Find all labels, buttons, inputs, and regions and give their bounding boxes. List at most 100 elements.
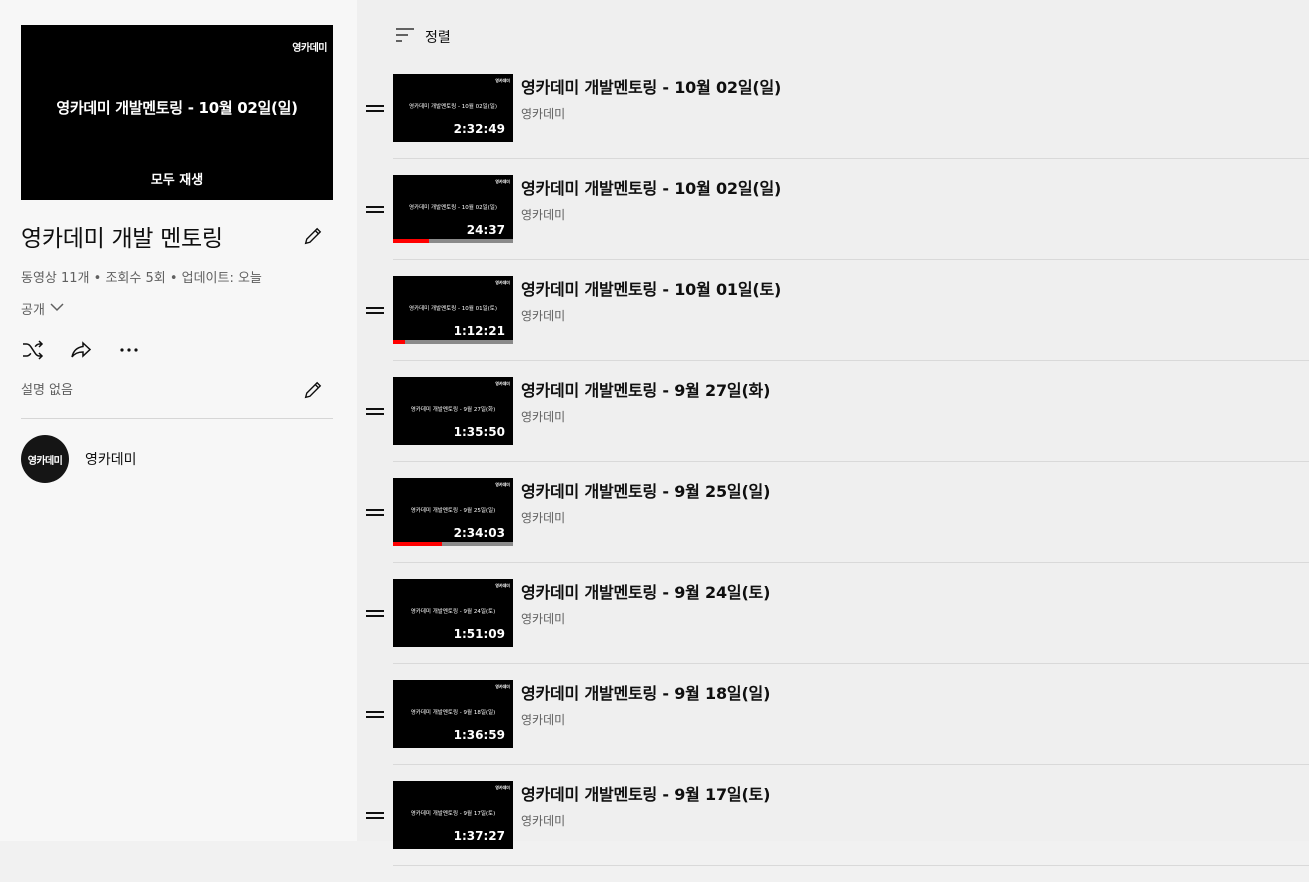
sort-button[interactable]: 정렬 bbox=[395, 27, 451, 47]
thumbnail-title: 영카데미 개발멘토링 - 9월 18일(일) bbox=[410, 710, 496, 716]
divider bbox=[393, 461, 1309, 462]
video-list-panel: 정렬 영카데미 영카데미 개발멘토링 - 10월 02일(일) 2:32:49 … bbox=[357, 0, 1309, 866]
privacy-label: 공개 bbox=[21, 303, 45, 318]
thumbnail-logo: 영카데미 bbox=[495, 381, 510, 386]
playlist-owner[interactable]: 영카데미 영카데미 bbox=[21, 435, 137, 483]
shuffle-icon[interactable] bbox=[21, 338, 45, 362]
list-item[interactable]: 영카데미 영카데미 개발멘토링 - 10월 02일(일) 2:32:49 영카데… bbox=[357, 74, 1309, 175]
divider bbox=[393, 865, 1309, 866]
avatar[interactable]: 영카데미 bbox=[21, 435, 69, 483]
thumbnail-logo: 영카데미 bbox=[495, 78, 510, 83]
list-item[interactable]: 영카데미 영카데미 개발멘토링 - 9월 27일(화) 1:35:50 영카데미… bbox=[357, 377, 1309, 478]
list-item[interactable]: 영카데미 영카데미 개발멘토링 - 9월 24일(토) 1:51:09 영카데미… bbox=[357, 579, 1309, 680]
play-all-button[interactable]: 모두 재생 bbox=[21, 169, 333, 188]
thumbnail-logo: 영카데미 bbox=[495, 785, 510, 790]
playlist-actions bbox=[21, 338, 165, 362]
thumbnail-logo: 영카데미 bbox=[495, 482, 510, 487]
video-title[interactable]: 영카데미 개발멘토링 - 10월 02일(일) bbox=[521, 175, 781, 199]
owner-name[interactable]: 영카데미 bbox=[85, 449, 137, 469]
watch-progress-fill bbox=[393, 340, 405, 344]
video-channel[interactable]: 영카데미 bbox=[521, 610, 565, 627]
video-title[interactable]: 영카데미 개발멘토링 - 10월 01일(토) bbox=[521, 276, 781, 300]
thumbnail-logo: 영카데미 bbox=[495, 583, 510, 588]
drag-handle-icon[interactable] bbox=[366, 608, 384, 618]
playlist-title: 영카데미 개발 멘토링 bbox=[21, 226, 223, 252]
video-thumbnail[interactable]: 영카데미 영카데미 개발멘토링 - 10월 01일(토) 1:12:21 bbox=[393, 276, 513, 344]
pencil-icon[interactable] bbox=[302, 225, 324, 247]
thumbnail-logo: 영카데미 bbox=[495, 179, 510, 184]
drag-handle-icon[interactable] bbox=[366, 406, 384, 416]
list-item[interactable]: 영카데미 영카데미 개발멘토링 - 9월 18일(일) 1:36:59 영카데미… bbox=[357, 680, 1309, 781]
divider bbox=[393, 360, 1309, 361]
drag-handle-icon[interactable] bbox=[366, 709, 384, 719]
thumbnail-title: 영카데미 개발멘토링 - 9월 27일(화) bbox=[410, 407, 496, 413]
video-thumbnail[interactable]: 영카데미 영카데미 개발멘토링 - 9월 24일(토) 1:51:09 bbox=[393, 579, 513, 647]
drag-handle-icon[interactable] bbox=[366, 305, 384, 315]
watch-progress-fill bbox=[393, 239, 429, 243]
playlist-sidebar: 영카데미 영카데미 개발멘토링 - 10월 02일(일) 모두 재생 영카데미 … bbox=[0, 0, 357, 841]
watch-progress-bar bbox=[393, 340, 513, 344]
divider bbox=[393, 663, 1309, 664]
more-horizontal-icon[interactable] bbox=[117, 338, 141, 362]
playlist-description: 설명 없음 bbox=[21, 383, 73, 398]
sort-icon bbox=[395, 27, 415, 47]
thumbnail-title: 영카데미 개발멘토링 - 9월 17일(토) bbox=[410, 811, 496, 817]
video-title[interactable]: 영카데미 개발멘토링 - 9월 18일(일) bbox=[521, 680, 770, 704]
thumbnail-logo: 영카데미 bbox=[495, 684, 510, 689]
divider bbox=[393, 158, 1309, 159]
video-duration: 1:36:59 bbox=[453, 728, 505, 742]
video-thumbnail[interactable]: 영카데미 영카데미 개발멘토링 - 9월 25일(일) 2:34:03 bbox=[393, 478, 513, 546]
thumbnail-title: 영카데미 개발멘토링 - 10월 01일(토) bbox=[409, 306, 497, 312]
video-channel[interactable]: 영카데미 bbox=[521, 105, 565, 122]
video-duration: 1:51:09 bbox=[453, 627, 505, 641]
video-title[interactable]: 영카데미 개발멘토링 - 9월 24일(토) bbox=[521, 579, 770, 603]
privacy-dropdown[interactable]: 공개 bbox=[21, 299, 64, 318]
chevron-down-icon bbox=[50, 301, 64, 316]
pencil-icon[interactable] bbox=[302, 379, 324, 401]
video-thumbnail[interactable]: 영카데미 영카데미 개발멘토링 - 9월 27일(화) 1:35:50 bbox=[393, 377, 513, 445]
video-title[interactable]: 영카데미 개발멘토링 - 9월 27일(화) bbox=[521, 377, 770, 401]
thumbnail-title: 영카데미 개발멘토링 - 10월 02일(일) bbox=[409, 205, 497, 211]
watch-progress-bar bbox=[393, 239, 513, 243]
video-duration: 1:12:21 bbox=[453, 324, 505, 338]
video-title[interactable]: 영카데미 개발멘토링 - 10월 02일(일) bbox=[521, 74, 781, 98]
list-item[interactable]: 영카데미 영카데미 개발멘토링 - 10월 01일(토) 1:12:21 영카데… bbox=[357, 276, 1309, 377]
watch-progress-fill bbox=[393, 542, 443, 546]
video-list: 영카데미 영카데미 개발멘토링 - 10월 02일(일) 2:32:49 영카데… bbox=[357, 74, 1309, 882]
video-thumbnail[interactable]: 영카데미 영카데미 개발멘토링 - 10월 02일(일) 2:32:49 bbox=[393, 74, 513, 142]
video-thumbnail[interactable]: 영카데미 영카데미 개발멘토링 - 9월 17일(토) 1:37:27 bbox=[393, 781, 513, 849]
thumbnail-title: 영카데미 개발멘토링 - 9월 25일(일) bbox=[410, 508, 496, 514]
thumbnail-title: 영카데미 개발멘토링 - 10월 02일(일) bbox=[409, 104, 497, 110]
thumbnail-logo: 영카데미 bbox=[495, 280, 510, 285]
video-thumbnail[interactable]: 영카데미 영카데미 개발멘토링 - 9월 18일(일) 1:36:59 bbox=[393, 680, 513, 748]
video-title[interactable]: 영카데미 개발멘토링 - 9월 25일(일) bbox=[521, 478, 770, 502]
playlist-hero-thumbnail[interactable]: 영카데미 영카데미 개발멘토링 - 10월 02일(일) 모두 재생 bbox=[21, 25, 333, 200]
list-item[interactable]: 영카데미 영카데미 개발멘토링 - 10월 02일(일) 24:37 영카데미 … bbox=[357, 175, 1309, 276]
divider bbox=[393, 764, 1309, 765]
video-duration: 1:35:50 bbox=[453, 425, 505, 439]
video-thumbnail[interactable]: 영카데미 영카데미 개발멘토링 - 10월 02일(일) 24:37 bbox=[393, 175, 513, 243]
hero-title: 영카데미 개발멘토링 - 10월 02일(일) bbox=[56, 99, 298, 117]
video-channel[interactable]: 영카데미 bbox=[521, 307, 565, 324]
video-duration: 2:34:03 bbox=[453, 526, 505, 540]
drag-handle-icon[interactable] bbox=[366, 204, 384, 214]
drag-handle-icon[interactable] bbox=[366, 103, 384, 113]
video-duration: 24:37 bbox=[466, 223, 505, 237]
video-channel[interactable]: 영카데미 bbox=[521, 408, 565, 425]
share-icon[interactable] bbox=[69, 338, 93, 362]
hero-logo: 영카데미 bbox=[292, 43, 327, 54]
video-channel[interactable]: 영카데미 bbox=[521, 206, 565, 223]
playlist-stats: 동영상 11개 • 조회수 5회 • 업데이트: 오늘 bbox=[21, 271, 262, 286]
thumbnail-title: 영카데미 개발멘토링 - 9월 24일(토) bbox=[410, 609, 496, 615]
list-item[interactable]: 영카데미 영카데미 개발멘토링 - 9월 17일(토) 1:37:27 영카데미… bbox=[357, 781, 1309, 882]
drag-handle-icon[interactable] bbox=[366, 507, 384, 517]
video-duration: 2:32:49 bbox=[453, 122, 505, 136]
divider bbox=[21, 418, 333, 419]
video-title[interactable]: 영카데미 개발멘토링 - 9월 17일(토) bbox=[521, 781, 770, 805]
video-channel[interactable]: 영카데미 bbox=[521, 812, 565, 829]
video-channel[interactable]: 영카데미 bbox=[521, 509, 565, 526]
drag-handle-icon[interactable] bbox=[366, 810, 384, 820]
divider bbox=[393, 562, 1309, 563]
list-item[interactable]: 영카데미 영카데미 개발멘토링 - 9월 25일(일) 2:34:03 영카데미… bbox=[357, 478, 1309, 579]
video-channel[interactable]: 영카데미 bbox=[521, 711, 565, 728]
